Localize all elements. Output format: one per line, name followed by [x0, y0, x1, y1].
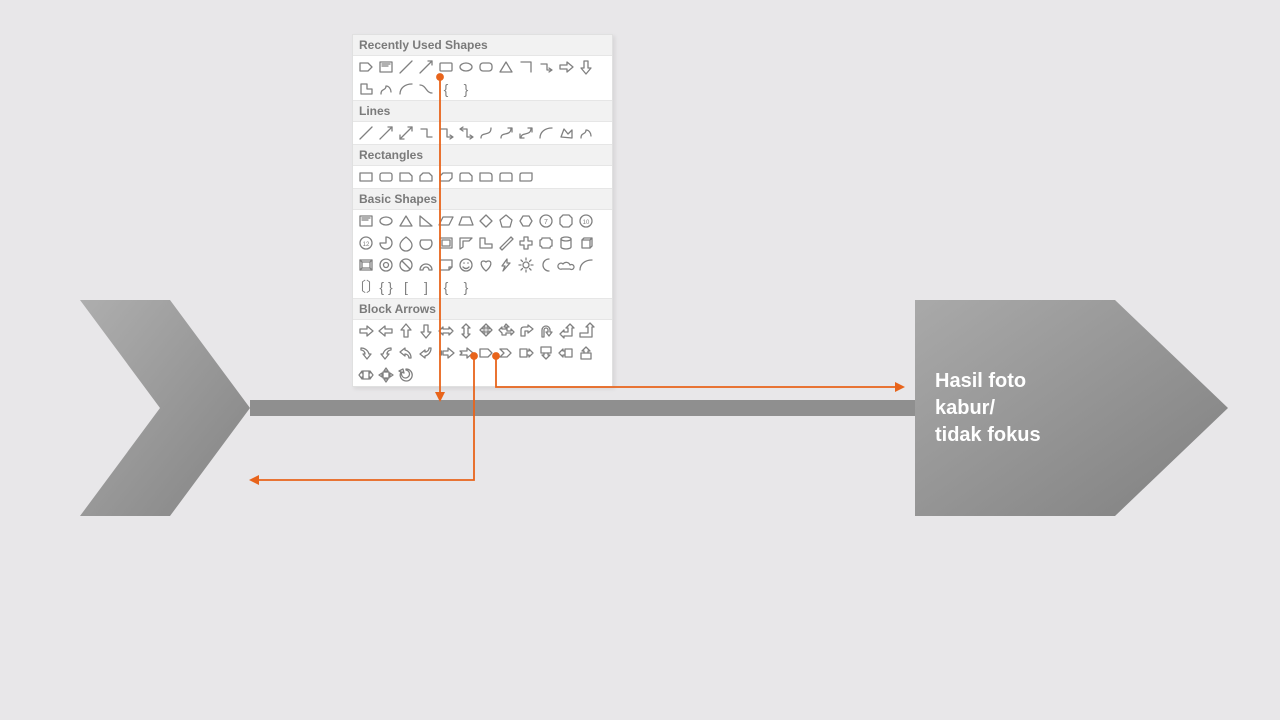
callout-connectors	[0, 0, 1280, 720]
